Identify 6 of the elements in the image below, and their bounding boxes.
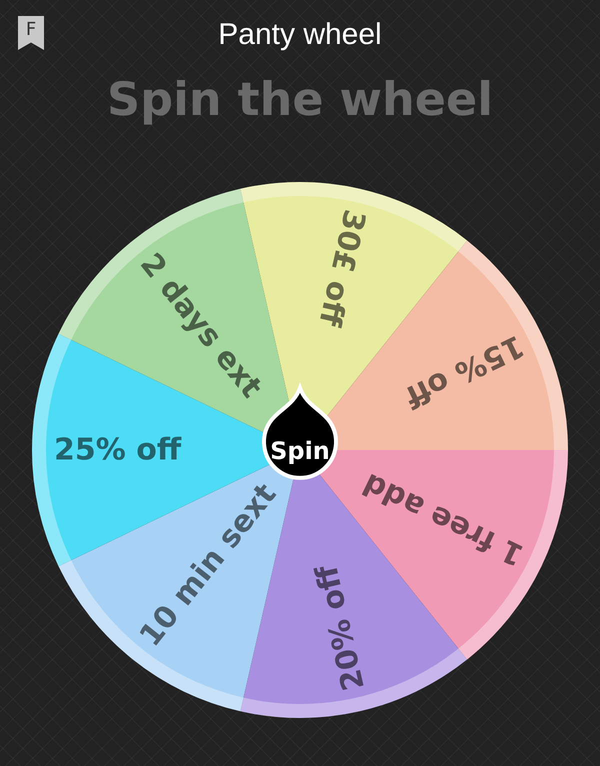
bookmark-icon[interactable]: F (18, 16, 44, 50)
wheel-heading: Spin the wheel (107, 72, 493, 128)
segment-label: 30£ off (311, 206, 372, 330)
app-title: Panty wheel (218, 18, 382, 52)
segment-label: 25% off (54, 432, 182, 468)
segment-label: 15% off (399, 328, 530, 414)
